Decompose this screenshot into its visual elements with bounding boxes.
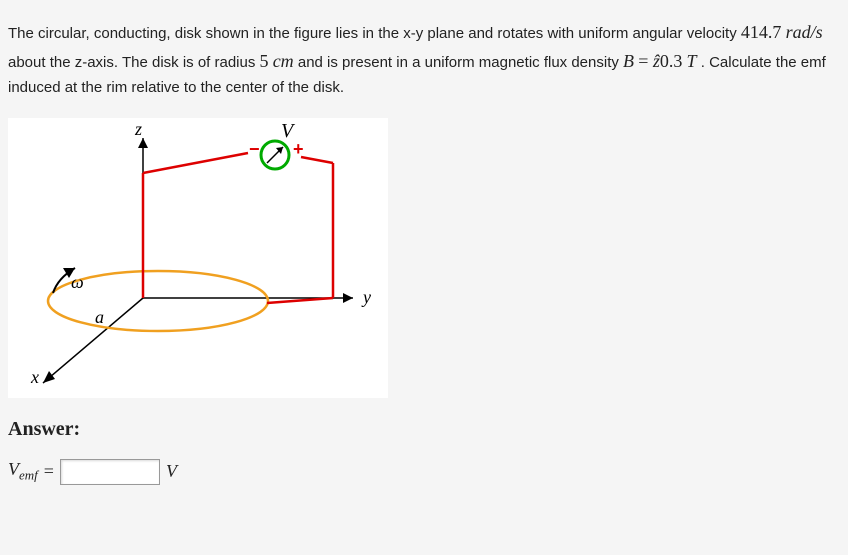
z-label: z bbox=[134, 123, 142, 139]
answer-row: Vemf = V bbox=[8, 459, 830, 485]
flux-unit: T bbox=[687, 51, 697, 71]
emf-input[interactable] bbox=[60, 459, 160, 485]
equals-sign: = bbox=[638, 51, 653, 71]
plus-label: + bbox=[293, 139, 304, 159]
angular-velocity-unit: rad/s bbox=[786, 22, 823, 42]
angular-velocity-value: 414.7 bbox=[741, 22, 782, 42]
y-label: y bbox=[361, 287, 371, 307]
answer-section: Answer: Vemf = V bbox=[8, 418, 830, 485]
problem-text-1: The circular, conducting, disk shown in … bbox=[8, 25, 741, 42]
a-label: a bbox=[95, 307, 104, 327]
problem-text-3: and is present in a uniform magnetic flu… bbox=[298, 54, 623, 71]
z-hat: ẑ bbox=[653, 51, 660, 71]
problem-statement: The circular, conducting, disk shown in … bbox=[8, 18, 830, 100]
answer-variable: Vemf bbox=[8, 459, 38, 484]
answer-equals: = bbox=[44, 461, 54, 482]
answer-heading: Answer: bbox=[8, 418, 830, 441]
answer-unit: V bbox=[166, 461, 177, 482]
physics-diagram: y z x ω a bbox=[13, 123, 383, 393]
figure-diagram: y z x ω a bbox=[8, 118, 388, 398]
b-variable: B bbox=[623, 51, 634, 71]
x-label: x bbox=[30, 367, 39, 387]
radius-value: 5 bbox=[260, 51, 269, 71]
flux-density-value: 0.3 bbox=[660, 51, 683, 71]
radius-unit: cm bbox=[273, 51, 294, 71]
problem-text-2: about the z-axis. The disk is of radius bbox=[8, 54, 260, 71]
minus-label: − bbox=[249, 139, 260, 159]
omega-label: ω bbox=[71, 272, 84, 292]
